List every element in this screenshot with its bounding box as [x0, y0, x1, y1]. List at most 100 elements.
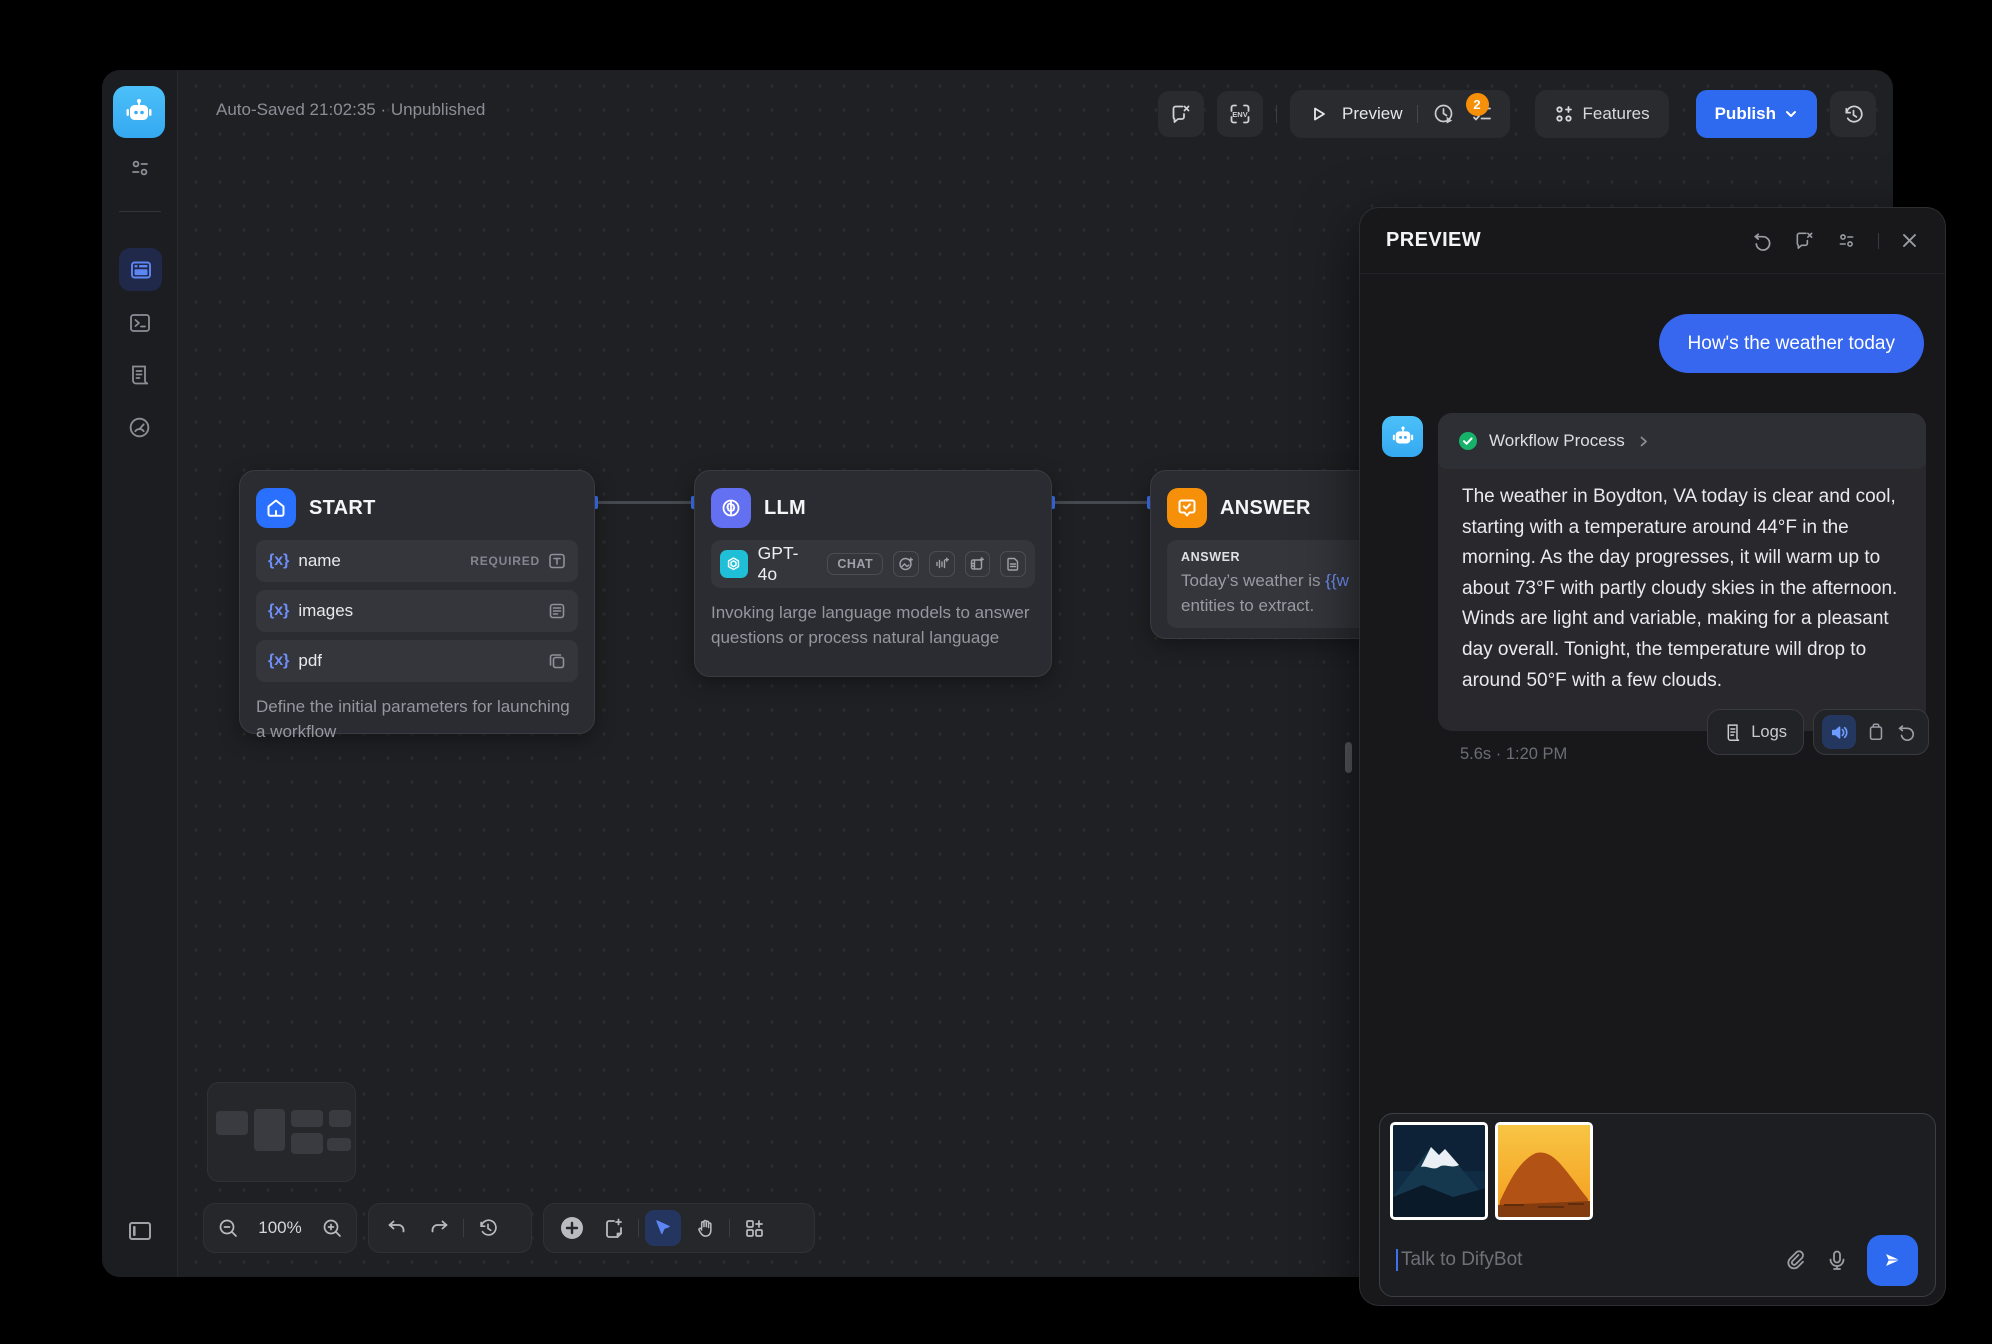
sidebar-item-monitoring[interactable]: [127, 414, 153, 440]
note-icon: [603, 1217, 625, 1239]
field-name: pdf: [298, 651, 322, 671]
preview-title: PREVIEW: [1386, 229, 1481, 252]
bot-avatar: [1382, 416, 1423, 457]
sidebar-item-orchestrate[interactable]: [119, 248, 162, 291]
history-controls: [368, 1203, 532, 1253]
start-node-icon: [256, 488, 296, 528]
model-mode-badge: CHAT: [827, 553, 883, 575]
zoom-level[interactable]: 100%: [254, 1218, 306, 1238]
pointer-mode-button[interactable]: [645, 1210, 681, 1246]
history-icon: [1842, 103, 1865, 126]
audio-capability-icon: [929, 551, 955, 577]
preview-run-label[interactable]: Preview: [1342, 104, 1402, 124]
attachment-thumbnail-fuji[interactable]: [1390, 1122, 1488, 1220]
change-history-button[interactable]: [470, 1210, 506, 1246]
attached-images: [1380, 1114, 1935, 1220]
paragraph-icon: [548, 602, 566, 620]
send-button[interactable]: [1867, 1235, 1918, 1286]
restart-icon[interactable]: [1752, 230, 1773, 251]
chat-clear-icon[interactable]: [1794, 230, 1815, 251]
chevron-down-icon: [1784, 107, 1798, 121]
message-tools: [1813, 709, 1929, 755]
openai-icon: [720, 550, 748, 578]
organize-nodes-button[interactable]: [736, 1210, 772, 1246]
cursor-icon: [653, 1218, 673, 1238]
env-variables-button[interactable]: ENV: [1217, 91, 1263, 137]
edge-start-llm: [595, 501, 694, 504]
variable-icon: {x}: [268, 552, 289, 570]
sidebar-item-terminal[interactable]: [127, 310, 153, 336]
answer-node-icon: [1167, 488, 1207, 528]
add-note-button[interactable]: [596, 1210, 632, 1246]
node-llm-title: LLM: [764, 497, 806, 520]
regenerate-icon[interactable]: [1896, 722, 1916, 742]
start-field-name[interactable]: {x} name REQUIRED: [256, 540, 578, 582]
collapse-sidebar-button[interactable]: [126, 1218, 154, 1244]
clear-debug-button[interactable]: [1158, 91, 1204, 137]
chat-input[interactable]: [1396, 1249, 1766, 1271]
sidebar-item-logs[interactable]: [127, 362, 153, 388]
panel-resize-handle[interactable]: [1345, 742, 1352, 773]
node-start-description: Define the initial parameters for launch…: [256, 694, 578, 744]
robot-icon: [1390, 424, 1416, 450]
app-logo[interactable]: [113, 86, 165, 138]
chat-input-row: [1380, 1224, 1935, 1296]
message-actions: Logs: [1707, 709, 1929, 755]
logs-button[interactable]: Logs: [1707, 709, 1804, 755]
node-start[interactable]: START {x} name REQUIRED {x} images {x} p…: [239, 470, 595, 734]
env-icon: ENV: [1228, 102, 1252, 126]
bot-message-card: Workflow Process The weather in Boydton,…: [1438, 413, 1926, 731]
play-icon[interactable]: [1310, 105, 1328, 123]
checklist-badge: 2: [1466, 93, 1489, 116]
version-history-button[interactable]: [1830, 91, 1876, 137]
home-icon: [265, 497, 287, 519]
attach-file-button[interactable]: [1785, 1249, 1807, 1271]
zoom-in-button[interactable]: [318, 1210, 346, 1246]
sidebar: [102, 70, 178, 1277]
topbar-actions: ENV Preview 2: [1158, 90, 1876, 138]
workflow-process-label: Workflow Process: [1489, 431, 1625, 451]
llm-model-selector[interactable]: GPT-4o CHAT: [711, 540, 1035, 588]
doc-icon: [1005, 556, 1021, 572]
model-name: GPT-4o: [758, 543, 818, 585]
minimap-node: [329, 1110, 351, 1127]
canvas-minimap[interactable]: [207, 1082, 356, 1182]
hand-icon: [695, 1218, 716, 1239]
vision-capability-icon: [893, 551, 919, 577]
voice-input-button[interactable]: [1826, 1249, 1848, 1271]
publish-button[interactable]: Publish: [1696, 90, 1817, 138]
attachment-thumbnail-sunset[interactable]: [1495, 1122, 1593, 1220]
mountain-night-image: [1393, 1125, 1485, 1217]
node-llm[interactable]: LLM GPT-4o CHAT: [694, 470, 1052, 677]
sidebar-item-settings[interactable]: [127, 155, 153, 181]
features-button[interactable]: Features: [1535, 90, 1669, 138]
copy-icon[interactable]: [1866, 722, 1886, 742]
image-plus-icon: [898, 556, 914, 572]
chat-check-icon: [1176, 497, 1198, 519]
checklist-button[interactable]: 2: [1470, 102, 1494, 126]
logs-icon: [1724, 723, 1743, 742]
run-history-icon[interactable]: [1432, 102, 1456, 126]
preview-panel: PREVIEW How's the weather today: [1359, 207, 1946, 1306]
close-icon[interactable]: [1900, 231, 1919, 250]
undo-button[interactable]: [379, 1210, 415, 1246]
group-divider: [1417, 105, 1418, 123]
svg-text:ENV: ENV: [1232, 110, 1247, 119]
zoom-out-button[interactable]: [214, 1210, 242, 1246]
start-field-pdf[interactable]: {x} pdf: [256, 640, 578, 682]
waveform-plus-icon: [934, 556, 950, 572]
settings-sliders-icon[interactable]: [1836, 230, 1857, 251]
workflow-process-toggle[interactable]: Workflow Process: [1438, 413, 1926, 469]
chat-clear-icon: [1170, 103, 1192, 125]
video-capability-icon: [965, 551, 991, 577]
add-node-button[interactable]: [554, 1210, 590, 1246]
bot-message-text: The weather in Boydton, VA today is clea…: [1438, 469, 1926, 696]
film-plus-icon: [969, 556, 985, 572]
start-field-images[interactable]: {x} images: [256, 590, 578, 632]
speak-button[interactable]: [1822, 715, 1856, 749]
hand-mode-button[interactable]: [687, 1210, 723, 1246]
redo-button[interactable]: [421, 1210, 457, 1246]
success-check-icon: [1458, 431, 1478, 451]
document-capability-icon: [1000, 551, 1026, 577]
variable-icon: {x}: [268, 602, 289, 620]
